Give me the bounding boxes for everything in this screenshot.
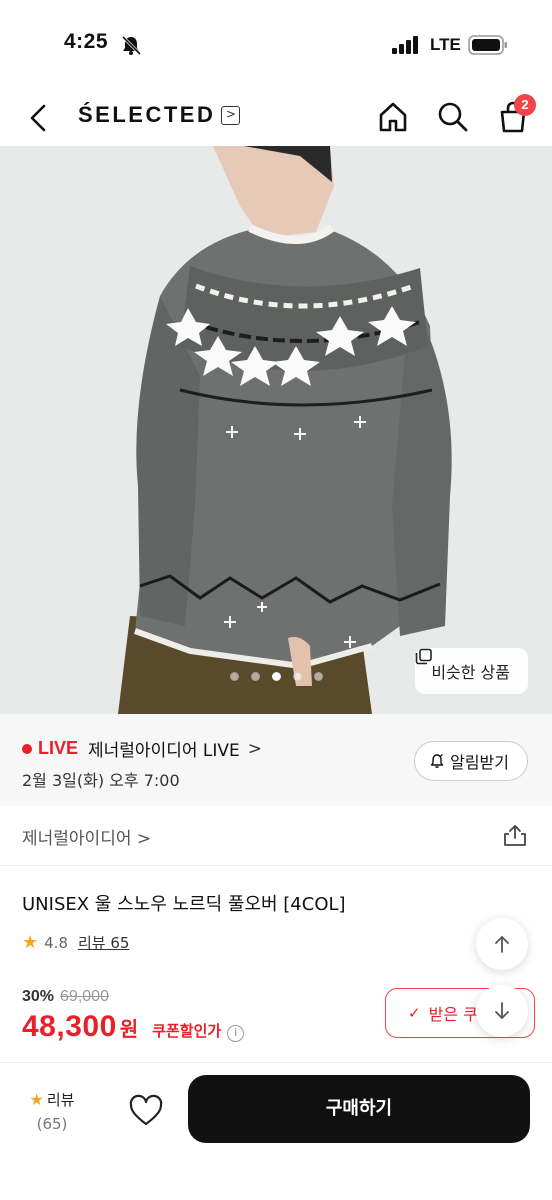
heart-icon[interactable]: [126, 1091, 166, 1131]
similar-products-button[interactable]: 비슷한 상품: [415, 648, 528, 694]
price-row: 48,300 원 쿠폰할인가 i: [22, 1010, 245, 1044]
rating-row: ★ 4.8 리뷰 65: [22, 932, 129, 953]
arrow-up-icon: [495, 936, 509, 953]
network-label: LTE: [430, 35, 461, 54]
home-icon[interactable]: [374, 98, 412, 136]
carousel-dot[interactable]: [292, 672, 302, 681]
back-icon[interactable]: [22, 98, 58, 138]
live-dot-icon: [22, 743, 32, 754]
live-date: 2월 3일(화) 오후 7:00: [22, 771, 180, 790]
status-time: 4:25: [64, 30, 109, 53]
carousel-dot[interactable]: [229, 672, 239, 681]
discount-row: 30% 69,000: [22, 988, 109, 1006]
review-summary[interactable]: ★ 리뷰 (65): [24, 1089, 80, 1133]
status-bar: 4:25 LTE: [0, 0, 552, 90]
seller-row[interactable]: 제너럴아이디어 >: [0, 806, 552, 866]
discount-rate: 30%: [22, 988, 55, 1005]
search-icon[interactable]: [434, 98, 472, 136]
live-title: 제너럴아이디어 LIVE: [88, 741, 240, 761]
carousel-dot[interactable]: [271, 672, 281, 681]
brand-name: ŚELECTED: [78, 102, 216, 127]
alarm-label: 알림받기: [450, 753, 509, 772]
review-summary-label: 리뷰: [46, 1091, 75, 1109]
review-summary-top: ★ 리뷰: [24, 1089, 80, 1110]
bottom-bar: ★ 리뷰 (65) 구매하기: [0, 1062, 552, 1200]
chevron-right-icon: >: [221, 105, 241, 125]
mute-icon: [121, 35, 142, 56]
coupon-price-label: 쿠폰할인가: [152, 1022, 222, 1040]
carousel-dot[interactable]: [313, 672, 323, 681]
star-icon: ★: [22, 932, 39, 953]
info-icon[interactable]: i: [227, 1025, 245, 1042]
star-icon: ★: [29, 1090, 44, 1109]
product-title: UNISEX 울 스노우 노르딕 풀오버 [4COL]: [22, 894, 346, 915]
scroll-down-button[interactable]: [476, 985, 528, 1037]
sale-price: 48,300: [22, 1010, 117, 1043]
coupon-button-label: 받은 쿠: [428, 1005, 478, 1024]
scroll-up-button[interactable]: [476, 918, 528, 970]
check-icon: ✓: [408, 1004, 421, 1022]
share-icon[interactable]: [502, 822, 528, 848]
buy-button[interactable]: 구매하기: [188, 1075, 530, 1143]
price-unit: 원: [119, 1017, 139, 1041]
seller-link[interactable]: 제너럴아이디어 >: [22, 824, 151, 849]
review-link[interactable]: 리뷰 65: [78, 932, 129, 953]
rating-score: 4.8: [44, 933, 68, 952]
brand-link[interactable]: ŚELECTED >: [78, 102, 241, 128]
chevron-right-icon: >: [247, 738, 263, 759]
signal-icon: [392, 36, 418, 54]
copy-icon: [416, 648, 433, 665]
review-count: (65): [36, 1115, 68, 1133]
live-tag: LIVE: [38, 738, 79, 758]
top-nav: ŚELECTED > 2: [0, 90, 552, 146]
arrow-down-icon: [495, 1002, 509, 1019]
live-banner[interactable]: LIVE 제너럴아이디어 LIVE > 2월 3일(화) 오후 7:00 알림받…: [0, 714, 552, 806]
battery-icon: [468, 35, 507, 55]
bell-icon: [430, 754, 444, 768]
alarm-button[interactable]: 알림받기: [414, 741, 528, 781]
original-price: 69,000: [60, 988, 109, 1005]
carousel-dot[interactable]: [250, 672, 260, 681]
similar-products-label: 비슷한 상품: [431, 663, 510, 682]
product-image[interactable]: 비슷한 상품: [0, 146, 552, 714]
sweater-photo: [0, 146, 552, 714]
live-row[interactable]: LIVE 제너럴아이디어 LIVE >: [22, 736, 262, 761]
cart-badge: 2: [514, 94, 536, 116]
